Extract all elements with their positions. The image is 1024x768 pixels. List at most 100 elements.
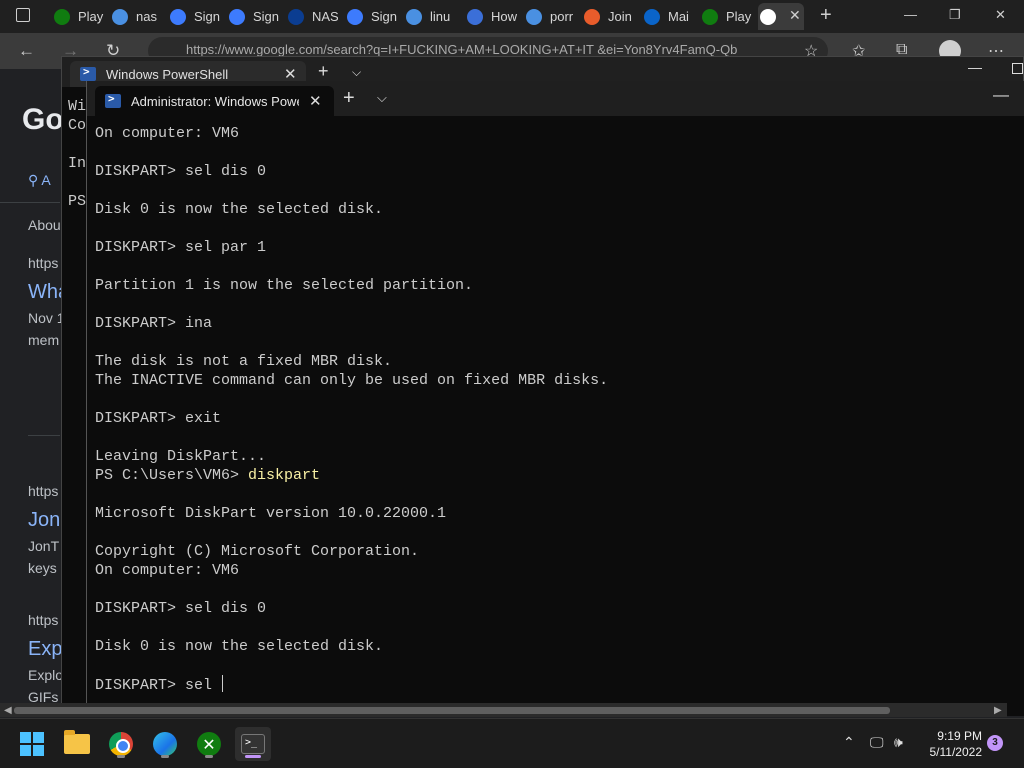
xbox-icon: [54, 8, 70, 25]
start-button[interactable]: [14, 727, 50, 761]
terminal-line: Copyright (C) Microsoft Corporation.: [95, 542, 1015, 561]
result-title[interactable]: Exp: [28, 638, 62, 661]
minimize-icon[interactable]: —: [904, 7, 917, 22]
terminal-icon: >_: [241, 734, 265, 754]
system-clock[interactable]: 9:19 PM 5/11/2022: [916, 728, 983, 760]
file-explorer-icon: [64, 730, 90, 754]
browser-tab[interactable]: Sign: [168, 3, 220, 30]
terminal-line: On computer: VM6: [95, 124, 1015, 143]
edge-icon: [153, 732, 177, 756]
terminal-line-text: DISKPART> sel par 1: [95, 239, 267, 256]
search-icon: [406, 8, 422, 25]
back-arrow-icon[interactable]: ←: [18, 41, 35, 61]
tab-actions-icon[interactable]: [16, 8, 30, 22]
minimize-icon[interactable]: —: [993, 87, 1009, 105]
terminal-line-text: Disk 0 is now the selected disk.: [95, 201, 384, 218]
browser-tab-label: Sign: [371, 9, 397, 24]
terminal-line: Microsoft DiskPart version 10.0.22000.1: [95, 504, 1015, 523]
browser-tab[interactable]: Join: [582, 3, 634, 30]
show-hidden-icons-chevron-icon[interactable]: ⌃: [843, 734, 855, 751]
volume-icon[interactable]: 🕪: [894, 734, 903, 751]
browser-tab[interactable]: Mai: [642, 3, 694, 30]
result-url[interactable]: https: [28, 255, 58, 271]
scrollbar-thumb[interactable]: [14, 707, 890, 714]
tab-title: Administrator: Windows PowerShell: [131, 93, 299, 109]
terminal-line: DISKPART> ina: [95, 314, 1015, 333]
signin-icon: [170, 8, 186, 25]
terminal-window[interactable]: Administrator: Windows PowerShell ✕ + ⌵ …: [86, 81, 1024, 716]
xbox-icon: ✕: [197, 732, 221, 756]
taskbar: ✕ >_ ⌃ 🖵 🕪 9:19 PM 5/11/2022 3: [0, 718, 1024, 768]
google-icon: [760, 8, 776, 25]
terminal-line: Leaving DiskPart...: [95, 447, 1015, 466]
maximize-icon[interactable]: [1012, 63, 1023, 74]
close-tab-icon[interactable]: ✕: [789, 7, 801, 24]
terminal-line: Partition 1 is now the selected partitio…: [95, 276, 1015, 295]
terminal-output[interactable]: On computer: VM6 DISKPART> sel dis 0 Disk …: [95, 124, 1015, 699]
close-window-icon[interactable]: ✕: [995, 7, 1006, 23]
taskbar-xbox[interactable]: ✕: [191, 727, 227, 761]
terminal-line: DISKPART> sel dis 0: [95, 162, 1015, 181]
all-tab[interactable]: ⚲ A: [28, 172, 51, 189]
scroll-left-icon[interactable]: ◀: [4, 705, 12, 716]
browser-tab[interactable]: nas: [110, 3, 162, 30]
terminal-line: On computer: VM6: [95, 561, 1015, 580]
window-titlebar[interactable]: Administrator: Windows PowerShell ✕ + ⌵ …: [87, 81, 1024, 116]
new-tab-icon[interactable]: +: [318, 61, 329, 82]
browser-tab[interactable]: Play: [700, 3, 752, 30]
taskbar-edge[interactable]: [147, 727, 183, 761]
chevron-down-icon[interactable]: ⌵: [352, 65, 361, 80]
result-url[interactable]: https: [28, 483, 58, 499]
terminal-line-text: On computer: VM6: [95, 125, 240, 142]
result-snippet: JonT: [28, 538, 60, 554]
tab-administrator-powershell[interactable]: Administrator: Windows PowerShell ✕: [95, 86, 334, 116]
terminal-line: Disk 0 is now the selected disk.: [95, 200, 1015, 219]
taskbar-file-explorer[interactable]: [59, 727, 95, 761]
minimize-icon[interactable]: —: [968, 59, 982, 75]
horizontal-scrollbar[interactable]: ◀ ▶: [0, 703, 1007, 717]
chrome-icon: [109, 732, 133, 756]
browser-tab[interactable]: Sign: [345, 3, 397, 30]
taskbar-terminal[interactable]: >_: [235, 727, 271, 761]
terminal-line-text: The disk is not a fixed MBR disk.: [95, 353, 393, 370]
nasa-icon: [288, 8, 304, 25]
result-url[interactable]: https: [28, 612, 58, 628]
terminal-line-text: Partition 1 is now the selected partitio…: [95, 277, 474, 294]
browser-tab[interactable]: NAS: [286, 3, 338, 30]
chevron-down-icon[interactable]: ⌵: [377, 90, 387, 106]
browser-tab[interactable]: porr: [524, 3, 576, 30]
terminal-line-text: DISKPART> sel: [95, 677, 222, 694]
console-line: In: [68, 155, 87, 172]
terminal-line: DISKPART> sel par 1: [95, 238, 1015, 257]
browser-tab[interactable]: linu: [404, 3, 456, 30]
start-icon: [20, 732, 44, 756]
clock-time: 9:19 PM: [937, 729, 982, 743]
new-tab-icon[interactable]: +: [343, 87, 355, 110]
terminal-line: PS C:\Users\VM6> diskpart: [95, 466, 1015, 485]
signin-icon: [229, 8, 245, 25]
google-logo: Go: [22, 103, 64, 136]
restore-icon[interactable]: ❐: [949, 7, 961, 23]
taskbar-chrome[interactable]: [103, 727, 139, 761]
tab-title: Windows PowerShell: [106, 66, 229, 82]
result-title[interactable]: Jon: [28, 509, 60, 532]
new-tab-icon[interactable]: +: [820, 4, 832, 27]
powershell-icon: [80, 65, 96, 81]
terminal-line: DISKPART> exit: [95, 409, 1015, 428]
scroll-right-icon[interactable]: ▶: [994, 705, 1002, 716]
close-tab-icon[interactable]: ✕: [309, 92, 322, 110]
browser-tab[interactable]: Sign: [227, 3, 279, 30]
network-icon[interactable]: 🖵: [870, 734, 884, 751]
running-indicator: [117, 755, 125, 758]
browser-tab[interactable]: Play: [52, 3, 104, 30]
notification-badge[interactable]: 3: [987, 735, 1003, 751]
browser-tab[interactable]: How: [465, 3, 517, 30]
console-line: Wi: [68, 98, 87, 115]
